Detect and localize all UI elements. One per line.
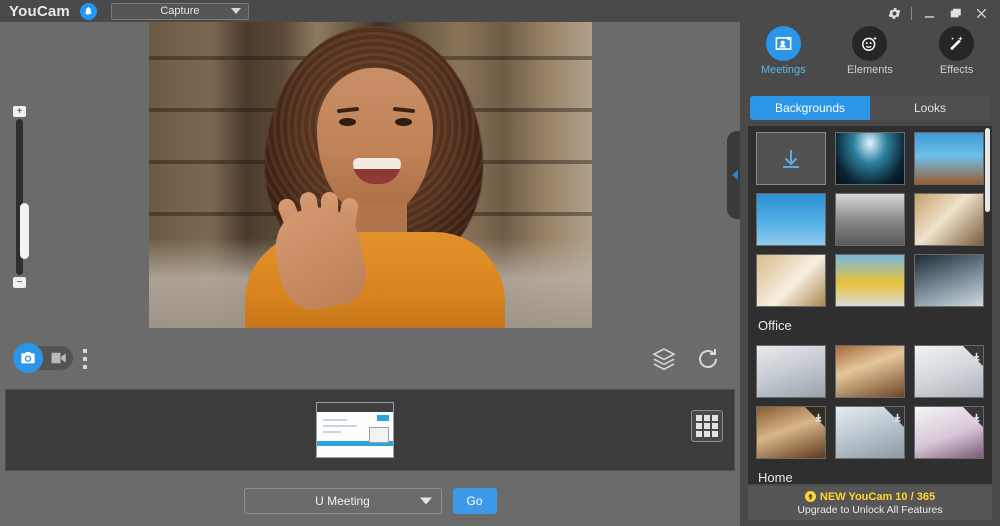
app-title: YouCam <box>9 3 70 20</box>
background-thumb-black-white-boards[interactable] <box>835 193 905 246</box>
minimize-icon[interactable] <box>916 3 942 23</box>
upgrade-banner[interactable]: NEW YouCam 10 / 365 Upgrade to Unlock Al… <box>748 486 992 520</box>
background-thumb-stage-spotlight[interactable] <box>835 132 905 185</box>
right-panel: Meetings Elements Effects Backgrounds Lo… <box>740 0 1000 526</box>
capture-mode-label: Capture <box>160 5 199 17</box>
background-thumb-office-open-plan[interactable] <box>756 345 826 398</box>
gear-icon[interactable] <box>881 3 907 23</box>
mode-tabs: Meetings Elements Effects <box>740 26 1000 82</box>
chevron-left-icon <box>732 170 738 180</box>
capture-toolbar <box>0 328 740 386</box>
webcam-video-preview[interactable] <box>149 22 592 328</box>
download-icon[interactable] <box>814 409 823 418</box>
background-thumb-office-meeting-room[interactable] <box>835 406 905 459</box>
photo-video-toggle[interactable] <box>13 346 73 370</box>
zoom-slider[interactable]: + − <box>11 106 28 288</box>
camera-icon[interactable] <box>13 343 43 373</box>
download-icon[interactable] <box>972 409 981 418</box>
elements-icon <box>852 26 887 61</box>
background-thumb-hot-air-balloons[interactable] <box>756 193 826 246</box>
background-thumb-office-brick-loft[interactable] <box>835 345 905 398</box>
capture-mode-select[interactable]: Capture <box>111 3 249 20</box>
reset-icon[interactable] <box>696 346 720 370</box>
meeting-launch-bar: U Meeting Go <box>0 476 740 526</box>
title-bar: YouCam Capture <box>0 0 740 22</box>
window-controls <box>881 3 994 23</box>
zoom-in-button[interactable]: + <box>13 106 26 117</box>
thumbnail-grid <box>748 126 992 307</box>
bell-icon[interactable] <box>80 3 97 20</box>
download-icon[interactable] <box>893 409 902 418</box>
download-icon <box>779 147 803 171</box>
scrollbar-thumb[interactable] <box>985 128 990 212</box>
captured-screenshot-thumbnail[interactable] <box>316 402 394 458</box>
chevron-down-icon <box>231 8 241 14</box>
upgrade-headline-row: NEW YouCam 10 / 365 <box>805 491 935 503</box>
zoom-slider-thumb[interactable] <box>20 203 29 259</box>
meetings-icon <box>766 26 801 61</box>
upgrade-subline: Upgrade to Unlock All Features <box>797 504 942 516</box>
video-camera-icon[interactable] <box>50 351 68 365</box>
mode-tab-effects-label: Effects <box>921 64 993 76</box>
background-list[interactable]: Office Home <box>748 126 992 484</box>
background-thumb-picture-frame[interactable] <box>756 254 826 307</box>
captured-media-strip <box>5 389 735 471</box>
section-title-office: Office <box>748 307 992 339</box>
zoom-out-button[interactable]: − <box>13 277 26 288</box>
meeting-app-select[interactable]: U Meeting <box>244 488 442 514</box>
three-dots-icon[interactable] <box>83 349 87 369</box>
section-title-home: Home <box>748 459 992 484</box>
divider <box>911 7 912 20</box>
mode-tab-elements[interactable]: Elements <box>834 26 906 76</box>
background-thumb-glass-structure[interactable] <box>914 254 984 307</box>
meeting-app-label: U Meeting <box>315 494 370 508</box>
background-thumb-office-wood-lounge[interactable] <box>756 406 826 459</box>
mode-tab-effects[interactable]: Effects <box>921 26 993 76</box>
magic-wand-icon <box>939 26 974 61</box>
background-thumb-office-bright-lobby[interactable] <box>914 345 984 398</box>
layers-icon[interactable] <box>651 346 677 372</box>
background-thumb-yellow-flowers[interactable] <box>835 254 905 307</box>
download-icon[interactable] <box>972 348 981 357</box>
background-thumb-import-background[interactable] <box>756 132 826 185</box>
youcam-window: YouCam Capture <box>0 0 1000 526</box>
panel-scrollbar[interactable] <box>985 126 990 484</box>
background-thumb-office-purple-sofa[interactable] <box>914 406 984 459</box>
person-subject <box>149 22 592 328</box>
thumbnail-grid <box>748 339 992 459</box>
chevron-down-icon <box>420 498 432 505</box>
restore-icon[interactable] <box>942 3 968 23</box>
go-button[interactable]: Go <box>453 488 497 514</box>
background-thumb-billboard-sky[interactable] <box>914 132 984 185</box>
tab-backgrounds[interactable]: Backgrounds <box>750 96 870 120</box>
background-sections: Office Home <box>748 126 992 484</box>
background-thumb-person-reading[interactable] <box>914 193 984 246</box>
panel-tabs: Backgrounds Looks <box>750 96 990 120</box>
main-pane: YouCam Capture <box>0 0 740 526</box>
upgrade-headline: NEW YouCam 10 / 365 <box>820 491 935 503</box>
upgrade-arrow-icon <box>805 491 816 502</box>
mode-tab-elements-label: Elements <box>834 64 906 76</box>
preview-area: + − <box>0 22 740 328</box>
mode-tab-meetings[interactable]: Meetings <box>747 26 819 76</box>
tab-looks[interactable]: Looks <box>870 96 990 120</box>
close-icon[interactable] <box>968 3 994 23</box>
grid-icon[interactable] <box>691 410 723 442</box>
mode-tab-meetings-label: Meetings <box>747 64 819 76</box>
zoom-slider-track[interactable] <box>16 119 23 275</box>
